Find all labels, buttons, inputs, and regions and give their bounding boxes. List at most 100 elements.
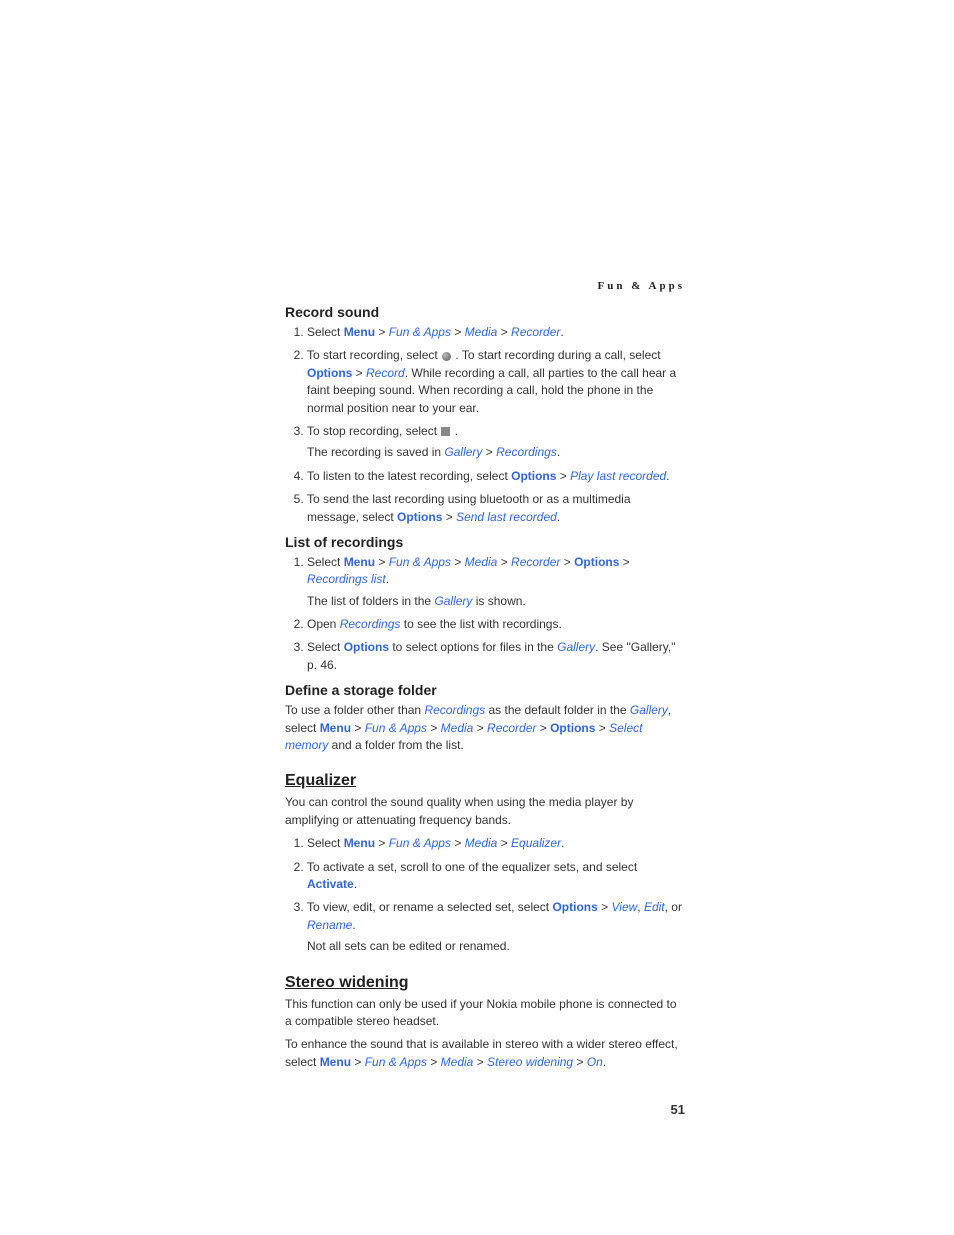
nav-link: Media [465,325,498,339]
heading-define-storage: Define a storage folder [285,682,685,698]
text: > [556,469,570,483]
text: > [595,721,609,735]
activate-link: Activate [307,877,354,891]
equalizer-intro: You can control the sound quality when u… [285,794,685,829]
list-item: To activate a set, scroll to one of the … [307,859,685,894]
text: The list of folders in the [307,594,434,608]
text: > [351,721,365,735]
nav-link: On [587,1055,603,1069]
text: Not all sets can be edited or renamed. [307,938,685,955]
stereo-p2: To enhance the sound that is available i… [285,1036,685,1071]
list-item: To view, edit, or rename a selected set,… [307,899,685,955]
nav-link: Stereo widening [487,1055,573,1069]
options-link: Options [344,640,389,654]
nav-link: Edit [644,900,665,914]
text: Select [307,836,344,850]
nav-link: Recordings [340,617,401,631]
text: Open [307,617,340,631]
record-icon [442,352,451,361]
nav-link: Recorder [511,325,560,339]
heading-record-sound: Record sound [285,304,685,320]
nav-link: View [611,900,637,914]
list-item: Select Menu > Fun & Apps > Media > Recor… [307,554,685,610]
text: > [427,721,441,735]
text: . [603,1055,606,1069]
nav-link: Fun & Apps [365,721,427,735]
nav-link: Media [465,555,498,569]
nav-link: Recorder [511,555,560,569]
text: . [560,325,563,339]
text: . [557,445,560,459]
text: To view, edit, or rename a selected set,… [307,900,552,914]
nav-link: Recordings [424,703,485,717]
text: > [560,555,574,569]
text: To listen to the latest recording, selec… [307,469,511,483]
nav-link: Equalizer [511,836,561,850]
list-item: To listen to the latest recording, selec… [307,468,685,485]
nav-link: Fun & Apps [365,1055,427,1069]
options-link: Options [511,469,556,483]
text: Select [307,640,344,654]
text: > [451,836,465,850]
nav-link: Recordings [496,445,557,459]
nav-link: Gallery [444,445,482,459]
text: > [536,721,550,735]
nav-link: Fun & Apps [389,555,451,569]
define-storage-text: To use a folder other than Recordings as… [285,702,685,754]
heading-equalizer: Equalizer [285,772,685,790]
menu-link: Menu [344,836,375,850]
nav-link: Recorder [487,721,536,735]
nav-link: Media [441,721,474,735]
list-item: To stop recording, select . The recordin… [307,423,685,462]
text: > [375,555,389,569]
text: > [352,366,366,380]
text: , or [665,900,682,914]
text: > [427,1055,441,1069]
options-link: Options [397,510,442,524]
text: . [666,469,669,483]
text: > [473,721,487,735]
text: . [561,836,564,850]
text: to select options for files in the [389,640,557,654]
text: > [473,1055,487,1069]
text: . [352,918,355,932]
text: , [637,900,644,914]
text: > [375,836,389,850]
nav-link: Gallery [557,640,595,654]
text: > [451,555,465,569]
nav-link: Recordings list [307,572,386,586]
equalizer-list: Select Menu > Fun & Apps > Media > Equal… [285,835,685,955]
list-item: To send the last recording using bluetoo… [307,491,685,526]
menu-link: Menu [344,555,375,569]
menu-link: Menu [344,325,375,339]
page-number: 51 [671,1102,685,1117]
list-item: Select Options to select options for fil… [307,639,685,674]
text: . [557,510,560,524]
text: . [354,877,357,891]
list-recordings-list: Select Menu > Fun & Apps > Media > Recor… [285,554,685,674]
text: > [482,445,496,459]
nav-link: Gallery [630,703,668,717]
options-link: Options [574,555,619,569]
text: > [573,1055,587,1069]
nav-link: Fun & Apps [389,836,451,850]
text: Select [307,325,344,339]
text: > [497,555,511,569]
text: is shown. [472,594,525,608]
nav-link: Gallery [434,594,472,608]
page: Fun & Apps Record sound Select Menu > Fu… [0,0,954,1235]
text: To stop recording, select [307,424,440,438]
text: To use a folder other than [285,703,424,717]
text: . [386,572,389,586]
text: To start recording, select [307,348,441,362]
text: . [451,424,458,438]
content-area: Fun & Apps Record sound Select Menu > Fu… [285,280,685,1077]
text: > [451,325,465,339]
nav-link: Media [465,836,498,850]
text: To activate a set, scroll to one of the … [307,860,637,874]
list-item: Select Menu > Fun & Apps > Media > Recor… [307,324,685,341]
nav-link: Rename [307,918,352,932]
options-link: Options [552,900,597,914]
nav-link: Media [441,1055,474,1069]
options-link: Options [550,721,595,735]
